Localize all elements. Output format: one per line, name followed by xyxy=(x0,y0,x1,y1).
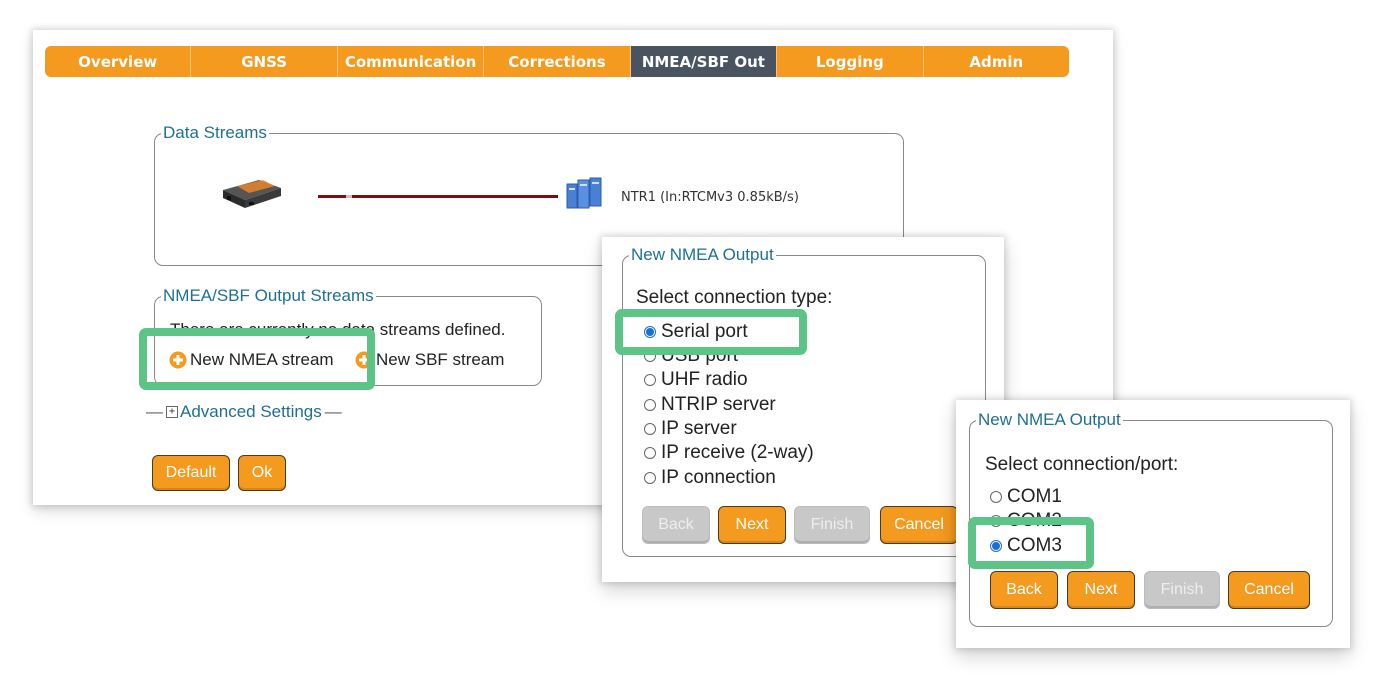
add-icon xyxy=(355,351,373,369)
tab-admin[interactable]: Admin xyxy=(924,46,1069,77)
new-nmea-output-dialog-type: New NMEA Output Select connection type: … xyxy=(602,237,1004,582)
tab-overview[interactable]: Overview xyxy=(45,46,192,77)
radio-ip-receive[interactable]: IP receive (2-way) xyxy=(644,442,814,464)
radio-ntrip-server[interactable]: NTRIP server xyxy=(644,394,776,416)
new-nmea-output-dialog-port: New NMEA Output Select connection/port: … xyxy=(956,400,1350,648)
radio-button[interactable] xyxy=(644,423,656,435)
radio-button[interactable] xyxy=(990,491,1002,503)
radio-button[interactable] xyxy=(644,447,656,459)
radio-ip-connection[interactable]: IP connection xyxy=(644,467,776,489)
divider-right: — xyxy=(324,402,342,421)
tab-logging[interactable]: Logging xyxy=(777,46,924,77)
radio-label: USB port xyxy=(661,345,739,366)
ok-button[interactable]: Ok xyxy=(238,455,286,491)
radio-com1[interactable]: COM1 xyxy=(990,486,1062,508)
radio-button[interactable] xyxy=(644,374,656,386)
advanced-settings[interactable]: — + Advanced Settings — xyxy=(143,402,345,422)
tab-communication[interactable]: Communication xyxy=(338,46,485,77)
connection-marker xyxy=(346,195,352,198)
radio-button[interactable] xyxy=(644,326,656,338)
new-nmea-stream-link[interactable]: New NMEA stream xyxy=(169,350,334,370)
radio-label: IP receive (2-way) xyxy=(661,442,814,463)
radio-serial-port[interactable]: Serial port xyxy=(644,321,748,343)
tab-corrections[interactable]: Corrections xyxy=(484,46,631,77)
add-icon xyxy=(169,351,187,369)
next-button[interactable]: Next xyxy=(718,506,786,544)
receiver-icon xyxy=(223,180,281,208)
new-sbf-stream-label: New SBF stream xyxy=(376,350,505,369)
radio-label: UHF radio xyxy=(661,369,748,390)
radio-uhf-radio[interactable]: UHF radio xyxy=(644,369,748,391)
radio-label: IP server xyxy=(661,418,737,439)
expand-icon[interactable]: + xyxy=(166,406,178,418)
connection-port-prompt: Select connection/port: xyxy=(985,454,1179,475)
radio-label: COM3 xyxy=(1007,535,1062,556)
radio-com2[interactable]: COM2 xyxy=(990,510,1062,532)
new-nmea-stream-label: New NMEA stream xyxy=(190,350,334,369)
new-sbf-stream-link[interactable]: New SBF stream xyxy=(355,350,504,370)
radio-label: IP connection xyxy=(661,467,776,488)
radio-label: COM2 xyxy=(1007,510,1062,531)
radio-label: Serial port xyxy=(661,321,748,342)
tab-gnss[interactable]: GNSS xyxy=(191,46,338,77)
radio-button[interactable] xyxy=(644,350,656,362)
radio-com3[interactable]: COM3 xyxy=(990,535,1062,557)
radio-usb-port[interactable]: USB port xyxy=(644,345,738,367)
advanced-settings-label: Advanced Settings xyxy=(180,402,322,421)
back-button[interactable]: Back xyxy=(990,571,1058,609)
dialog-legend: New NMEA Output xyxy=(978,410,1121,429)
ntrip-server-icon xyxy=(566,177,602,209)
radio-label: NTRIP server xyxy=(661,394,776,415)
tab-bar: Overview GNSS Communication Corrections … xyxy=(45,46,1069,77)
radio-button[interactable] xyxy=(990,540,1002,552)
dialog-legend: New NMEA Output xyxy=(631,245,774,264)
back-button[interactable]: Back xyxy=(642,506,710,544)
finish-button[interactable]: Finish xyxy=(1144,571,1220,609)
cancel-button[interactable]: Cancel xyxy=(1228,571,1310,609)
data-streams-legend: Data Streams xyxy=(163,123,267,142)
radio-button[interactable] xyxy=(644,472,656,484)
radio-button[interactable] xyxy=(990,515,1002,527)
connection-type-prompt: Select connection type: xyxy=(636,287,833,308)
no-streams-text: There are currently no data streams defi… xyxy=(170,320,506,339)
tab-nmea-sbf-out[interactable]: NMEA/SBF Out xyxy=(630,46,778,77)
ntr-stream-label: NTR1 (In:RTCMv3 0.85kB/s) xyxy=(621,190,799,205)
divider-left: — xyxy=(146,402,163,421)
radio-button[interactable] xyxy=(644,399,656,411)
next-button[interactable]: Next xyxy=(1067,571,1135,609)
cancel-button[interactable]: Cancel xyxy=(880,506,958,544)
default-button[interactable]: Default xyxy=(152,455,230,491)
radio-ip-server[interactable]: IP server xyxy=(644,418,737,440)
output-streams-legend: NMEA/SBF Output Streams xyxy=(163,286,374,305)
finish-button[interactable]: Finish xyxy=(794,506,870,544)
connection-line xyxy=(318,195,558,198)
radio-label: COM1 xyxy=(1007,486,1062,507)
